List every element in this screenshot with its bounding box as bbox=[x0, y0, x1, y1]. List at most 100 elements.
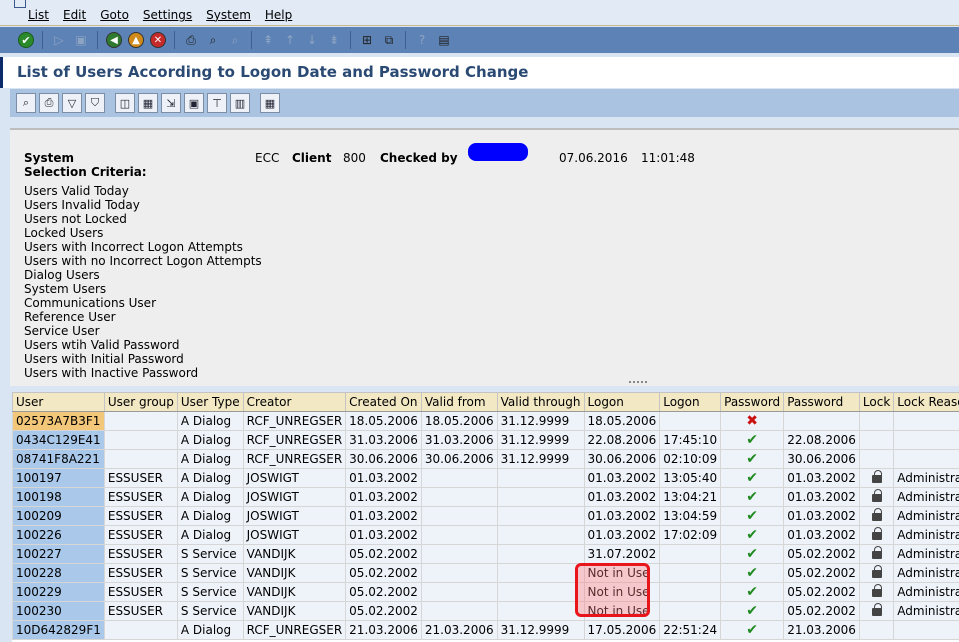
creator-cell[interactable]: JOSWIGT bbox=[242, 468, 347, 488]
user-group-cell[interactable] bbox=[103, 620, 178, 640]
user-cell[interactable]: 100197 bbox=[12, 468, 105, 488]
creator-cell[interactable]: RCF_UNREGSER bbox=[242, 411, 347, 431]
user-cell[interactable]: 100230 bbox=[12, 601, 105, 621]
lock-cell[interactable] bbox=[858, 544, 895, 564]
logon-date-cell[interactable]: 18.05.2006 bbox=[583, 411, 661, 431]
password-status-cell[interactable]: ✔ bbox=[720, 620, 785, 640]
user-type-cell[interactable]: A Dialog bbox=[176, 411, 244, 431]
user-group-cell[interactable]: ESSUSER bbox=[103, 582, 178, 602]
lock-reason-cell[interactable]: Administrator bbox=[893, 601, 959, 621]
logon-time-cell[interactable] bbox=[659, 601, 722, 621]
password-date-cell[interactable]: 01.03.2002 bbox=[783, 525, 860, 545]
user-type-cell[interactable]: S Service bbox=[176, 582, 244, 602]
user-type-cell[interactable]: S Service bbox=[176, 601, 244, 621]
password-status-cell[interactable]: ✖ bbox=[720, 411, 785, 431]
lock-reason-cell[interactable]: Administrator bbox=[893, 563, 959, 583]
valid-through-cell[interactable]: 31.12.9999 bbox=[496, 411, 585, 431]
last-page-icon[interactable]: ⇟ bbox=[325, 31, 343, 49]
valid-from-cell[interactable] bbox=[420, 506, 498, 526]
menu-help[interactable]: Help bbox=[265, 8, 292, 22]
table-row[interactable]: 08741F8A221 A Dialog RCF_UNREGSER 30.06.200… bbox=[12, 449, 959, 469]
table-row[interactable]: 100228 ESSUSER S Service VANDIJK 05.02.2002 N… bbox=[12, 563, 959, 583]
table-row[interactable]: 100197 ESSUSER A Dialog JOSWIGT 01.03.2002 01… bbox=[12, 468, 959, 488]
valid-through-cell[interactable] bbox=[496, 544, 585, 564]
password-status-cell[interactable]: ✔ bbox=[720, 544, 785, 564]
col-lock-reason-header[interactable]: Lock Reason bbox=[893, 392, 959, 412]
print-preview-icon[interactable]: ⎙ bbox=[39, 93, 59, 113]
col-password-status-header[interactable]: Password bbox=[720, 392, 785, 412]
password-status-cell[interactable]: ✔ bbox=[720, 563, 785, 583]
valid-from-cell[interactable]: 30.06.2006 bbox=[420, 449, 498, 469]
help-icon[interactable]: ? bbox=[413, 31, 431, 49]
user-cell[interactable]: 100229 bbox=[12, 582, 105, 602]
table-row[interactable]: 10D642829F1 A Dialog RCF_UNREGSER 21.03.200… bbox=[12, 620, 959, 640]
logon-time-cell[interactable]: 13:05:40 bbox=[659, 468, 722, 488]
layout-menu-icon[interactable]: ▤ bbox=[435, 31, 453, 49]
lock-cell[interactable] bbox=[858, 430, 895, 450]
logon-date-cell[interactable]: 31.07.2002 bbox=[583, 544, 661, 564]
logon-time-cell[interactable]: 22:51:24 bbox=[659, 620, 722, 640]
valid-through-cell[interactable] bbox=[496, 563, 585, 583]
abc-analysis-icon[interactable]: ▥ bbox=[230, 93, 250, 113]
created-on-cell[interactable]: 05.02.2002 bbox=[345, 563, 422, 583]
user-cell[interactable]: 100228 bbox=[12, 563, 105, 583]
previous-page-icon[interactable]: ↑ bbox=[281, 31, 299, 49]
user-cell[interactable]: 100198 bbox=[12, 487, 105, 507]
menu-edit[interactable]: Edit bbox=[63, 8, 86, 22]
logon-time-cell[interactable] bbox=[659, 544, 722, 564]
valid-through-cell[interactable] bbox=[496, 487, 585, 507]
lock-reason-cell[interactable]: Administrator bbox=[893, 487, 959, 507]
find-next-icon[interactable]: ⌕ bbox=[226, 31, 244, 49]
password-status-cell[interactable]: ✔ bbox=[720, 506, 785, 526]
lock-cell[interactable] bbox=[858, 487, 895, 507]
user-cell[interactable]: 100209 bbox=[12, 506, 105, 526]
save-icon[interactable]: ▣ bbox=[72, 31, 90, 49]
created-on-cell[interactable]: 01.03.2002 bbox=[345, 506, 422, 526]
password-status-cell[interactable]: ✔ bbox=[720, 449, 785, 469]
logon-time-cell[interactable] bbox=[659, 411, 722, 431]
logon-date-cell[interactable]: Not in Use bbox=[583, 582, 661, 602]
user-type-cell[interactable]: A Dialog bbox=[176, 525, 244, 545]
password-status-cell[interactable]: ✔ bbox=[720, 582, 785, 602]
lock-reason-cell[interactable]: Administrator bbox=[893, 544, 959, 564]
find-icon[interactable]: ⌕ bbox=[204, 31, 222, 49]
user-group-cell[interactable]: ESSUSER bbox=[103, 525, 178, 545]
logon-date-cell[interactable]: Not in Use bbox=[583, 601, 661, 621]
lock-reason-cell[interactable] bbox=[893, 411, 959, 431]
logon-date-cell[interactable]: Not in Use bbox=[583, 563, 661, 583]
created-on-cell[interactable]: 01.03.2002 bbox=[345, 468, 422, 488]
lock-reason-cell[interactable] bbox=[893, 449, 959, 469]
valid-from-cell[interactable]: 31.03.2006 bbox=[420, 430, 498, 450]
back-icon[interactable]: ◀ bbox=[105, 31, 123, 49]
lock-cell[interactable] bbox=[858, 563, 895, 583]
user-cell[interactable]: 100227 bbox=[12, 544, 105, 564]
created-on-cell[interactable]: 30.06.2006 bbox=[345, 449, 422, 469]
col-valid-through-header[interactable]: Valid through bbox=[496, 392, 585, 412]
valid-from-cell[interactable] bbox=[420, 487, 498, 507]
password-date-cell[interactable]: 30.06.2006 bbox=[783, 449, 860, 469]
valid-from-cell[interactable] bbox=[420, 525, 498, 545]
menu-goto[interactable]: Goto bbox=[100, 8, 129, 22]
valid-from-cell[interactable]: 21.03.2006 bbox=[420, 620, 498, 640]
word-processing-icon[interactable]: ▣ bbox=[184, 93, 204, 113]
menu-settings[interactable]: Settings bbox=[143, 8, 192, 22]
logon-time-cell[interactable]: 13:04:21 bbox=[659, 487, 722, 507]
password-date-cell[interactable] bbox=[783, 411, 860, 431]
password-date-cell[interactable]: 01.03.2002 bbox=[783, 487, 860, 507]
lock-reason-cell[interactable]: Administrator bbox=[893, 525, 959, 545]
col-lock-header[interactable]: Lock bbox=[858, 392, 895, 412]
logon-date-cell[interactable]: 17.05.2006 bbox=[583, 620, 661, 640]
password-date-cell[interactable]: 05.02.2002 bbox=[783, 544, 860, 564]
table-row[interactable]: 100209 ESSUSER A Dialog JOSWIGT 01.03.2002 01… bbox=[12, 506, 959, 526]
user-type-cell[interactable]: A Dialog bbox=[176, 468, 244, 488]
user-group-cell[interactable]: ESSUSER bbox=[103, 468, 178, 488]
valid-from-cell[interactable] bbox=[420, 582, 498, 602]
user-group-cell[interactable]: ESSUSER bbox=[103, 563, 178, 583]
table-row[interactable]: 0434C129E41 A Dialog RCF_UNREGSER 31.03.200… bbox=[12, 430, 959, 450]
creator-cell[interactable]: VANDIJK bbox=[242, 563, 347, 583]
table-row[interactable]: 100229 ESSUSER S Service VANDIJK 05.02.2002 N… bbox=[12, 582, 959, 602]
details-icon[interactable]: ⌕ bbox=[16, 93, 36, 113]
user-type-cell[interactable]: S Service bbox=[176, 544, 244, 564]
user-type-cell[interactable]: A Dialog bbox=[176, 487, 244, 507]
lock-cell[interactable] bbox=[858, 582, 895, 602]
